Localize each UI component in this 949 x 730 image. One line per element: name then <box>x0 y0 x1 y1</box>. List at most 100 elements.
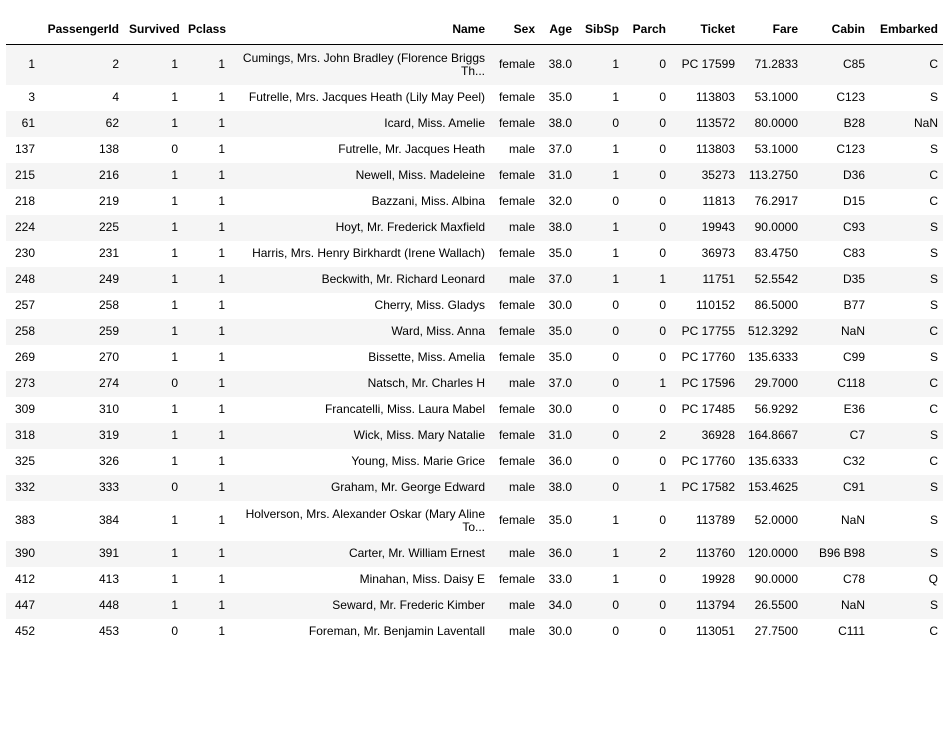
table-cell: Futrelle, Mrs. Jacques Heath (Lily May P… <box>248 90 485 104</box>
table-cell: C111 <box>838 624 865 638</box>
table-cell: 19928 <box>701 572 735 586</box>
table-cell: 1 <box>612 572 619 586</box>
table-cell: S <box>929 513 938 527</box>
column-header: Ticket <box>671 16 740 45</box>
table-cell: 19943 <box>701 220 735 234</box>
table-cell: female <box>498 168 535 182</box>
table-cell: 138 <box>98 142 119 156</box>
table-cell: 1 <box>171 402 178 416</box>
table-cell: PC 17755 <box>681 324 735 338</box>
table-cell: 4 <box>112 90 119 104</box>
table-cell: 76.2917 <box>754 194 798 208</box>
column-header: SibSp <box>577 16 624 45</box>
table-cell: C <box>929 454 938 468</box>
table-cell: 258 <box>98 298 119 312</box>
table-cell: 0 <box>659 324 666 338</box>
table-cell: 1 <box>218 546 225 560</box>
table-row: 137 138 0 1 Futrelle, Mr. Jacques Heath male 3… <box>6 137 943 163</box>
table-cell: 0 <box>612 624 619 638</box>
table-cell: 1 <box>218 428 225 442</box>
table-cell: 38.0 <box>548 57 572 72</box>
table-cell: B28 <box>843 116 865 130</box>
row-index: 1 <box>28 57 35 72</box>
table-cell: Ward, Miss. Anna <box>391 324 485 338</box>
table-cell: 1 <box>612 272 619 286</box>
table-cell: S <box>929 272 938 286</box>
table-cell: 38.0 <box>548 220 572 234</box>
table-cell: S <box>929 428 938 442</box>
table-cell: 453 <box>98 624 119 638</box>
table-cell: female <box>498 350 535 364</box>
table-cell: C32 <box>842 454 865 468</box>
table-cell: 1 <box>171 298 178 312</box>
table-cell: Q <box>928 572 938 586</box>
table-cell: 219 <box>98 194 119 208</box>
table-cell: 1 <box>171 220 178 234</box>
table-cell: female <box>498 194 535 208</box>
table-cell: male <box>508 272 535 286</box>
table-row: 258 259 1 1 Ward, Miss. Anna female 35.0 0 0 PC 1… <box>6 318 943 345</box>
table-cell: PC 17760 <box>681 350 735 364</box>
table-row: 383 384 1 1 Holverson, Mrs. Alexander Oskar … <box>6 501 943 541</box>
table-cell: S <box>929 246 938 260</box>
table-cell: female <box>498 324 535 338</box>
table-cell: 86.5000 <box>754 298 798 312</box>
table-row: 215 216 1 1 Newell, Miss. Madeleine female 31.… <box>6 162 943 189</box>
table-cell: 1 <box>171 90 178 104</box>
table-cell: 32.0 <box>548 194 572 208</box>
table-cell: 1 <box>612 168 619 182</box>
table-cell: 326 <box>98 454 119 468</box>
table-cell: C78 <box>842 572 865 586</box>
table-cell: Futrelle, Mr. Jacques Heath <box>338 142 485 156</box>
table-cell: male <box>508 220 535 234</box>
table-cell: 36973 <box>701 246 735 260</box>
table-cell: 30.0 <box>548 298 572 312</box>
table-cell: female <box>498 57 535 72</box>
table-cell: 0 <box>659 513 666 527</box>
row-index: 215 <box>14 168 35 182</box>
table-cell: 52.5542 <box>754 272 798 286</box>
table-row: 1 2 1 1 Cumings, Mrs. John Bradley (Florence… <box>6 44 943 85</box>
table-cell: Newell, Miss. Madeleine <box>355 168 485 182</box>
table-cell: 0 <box>612 194 619 208</box>
table-cell: 1 <box>218 324 225 338</box>
table-cell: C123 <box>836 90 865 104</box>
table-cell: 2 <box>112 57 119 72</box>
table-cell: 216 <box>98 168 119 182</box>
table-cell: 0 <box>659 298 666 312</box>
row-index: 273 <box>14 376 35 390</box>
table-cell: 0 <box>171 376 178 390</box>
table-cell: Young, Miss. Marie Grice <box>351 454 485 468</box>
table-cell: 0 <box>171 480 178 494</box>
row-index: 218 <box>14 194 35 208</box>
table-cell: 52.0000 <box>754 513 798 527</box>
table-cell: 1 <box>612 90 619 104</box>
table-cell: 36.0 <box>548 546 572 560</box>
table-cell: 1 <box>171 194 178 208</box>
table-cell: 0 <box>612 480 619 494</box>
table-row: 218 219 1 1 Bazzani, Miss. Albina female 32.0 0… <box>6 189 943 215</box>
table-cell: 1 <box>218 194 225 208</box>
table-cell: C123 <box>836 142 865 156</box>
table-cell: Francatelli, Miss. Laura Mabel <box>324 402 485 416</box>
table-row: 412 413 1 1 Minahan, Miss. Daisy E female 33.0… <box>6 567 943 593</box>
table-cell: C7 <box>849 428 865 442</box>
table-cell: Icard, Miss. Amelie <box>384 116 485 130</box>
table-cell: 249 <box>98 272 119 286</box>
table-cell: 110152 <box>695 298 735 312</box>
table-cell: 113789 <box>695 513 735 527</box>
table-cell: female <box>498 90 535 104</box>
table-cell: 90.0000 <box>754 220 798 234</box>
table-cell: 37.0 <box>548 272 572 286</box>
row-index: 332 <box>14 480 35 494</box>
table-cell: 1 <box>218 220 225 234</box>
table-cell: 1 <box>218 598 225 612</box>
table-cell: Minahan, Miss. Daisy E <box>359 572 485 586</box>
table-cell: Foreman, Mr. Benjamin Laventall <box>308 624 485 638</box>
table-cell: B77 <box>843 298 865 312</box>
table-cell: D35 <box>842 272 865 286</box>
table-cell: Cumings, Mrs. John Bradley (Florence Bri… <box>242 50 485 78</box>
table-cell: S <box>929 350 938 364</box>
table-cell: C91 <box>842 480 865 494</box>
table-cell: 80.0000 <box>754 116 798 130</box>
